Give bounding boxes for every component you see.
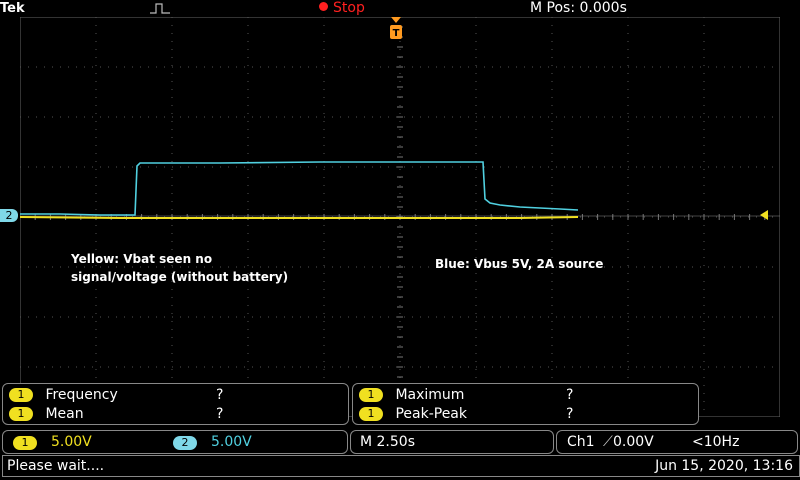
stop-indicator-icon (319, 2, 328, 11)
yellow-annotation: Yellow: Vbat seen no signal/voltage (wit… (71, 252, 289, 284)
measurement-label: Mean (45, 406, 84, 422)
status-line: Please wait.... Jun 15, 2020, 13:16 (2, 455, 800, 477)
trigger-source[interactable]: Ch1 (567, 433, 595, 451)
measurement-label: Maximum (395, 387, 465, 403)
ch1-badge: 1 (359, 388, 383, 402)
measurement-panel-right[interactable]: 1 Maximum ? 1 Peak-Peak ? (352, 383, 699, 425)
ch1-scale[interactable]: 5.00V (51, 433, 92, 451)
timebase-value[interactable]: M 2.50s (360, 433, 415, 451)
ch1-badge: 1 (9, 388, 33, 402)
measurement-frequency[interactable]: 1 Frequency (9, 386, 118, 404)
ch1-badge: 1 (359, 407, 383, 421)
ch2-badge: 2 (173, 436, 197, 450)
date-time: Jun 15, 2020, 13:16 (655, 458, 793, 474)
svg-text:T: T (393, 28, 400, 39)
status-message: Please wait.... (7, 458, 105, 474)
measurement-value: ? (566, 387, 574, 403)
trigger-settings-box[interactable]: Ch1 ⟋ 0.00V <10Hz (556, 430, 798, 454)
measurement-mean[interactable]: 1 Mean (9, 405, 84, 423)
measurement-label: Peak-Peak (395, 406, 467, 422)
ch1-scale-badge: 1 (13, 434, 37, 452)
ch2-scale[interactable]: 5.00V (211, 433, 252, 451)
measurement-value: ? (216, 406, 224, 422)
measurement-peak-peak[interactable]: 1 Peak-Peak (359, 405, 467, 423)
blue-annotation: Blue: Vbus 5V, 2A source (435, 257, 604, 271)
acquisition-status: Stop (333, 0, 365, 16)
measurement-value: ? (566, 406, 574, 422)
rising-edge-icon: ⟋ (603, 434, 613, 450)
ch1-badge: 1 (13, 436, 37, 450)
measurement-label: Frequency (45, 387, 118, 403)
channel-scale-bar[interactable]: 1 5.00V 2 5.00V (2, 430, 348, 454)
trigger-level[interactable]: 0.00V (613, 433, 654, 451)
brand-logo: Tek (0, 1, 25, 16)
ch2-ground-marker: 2 (0, 209, 18, 222)
ch2-scale-badge: 2 (173, 434, 197, 452)
ch1-badge: 1 (9, 407, 33, 421)
measurement-value: ? (216, 387, 224, 403)
graticule: T (20, 17, 780, 417)
measurement-panel-left[interactable]: 1 Frequency ? 1 Mean ? (2, 383, 349, 425)
trigger-edge-icon (150, 3, 170, 14)
ch1-waveform (20, 216, 579, 219)
trigger-frequency: <10Hz (692, 434, 740, 450)
measurement-maximum[interactable]: 1 Maximum (359, 386, 464, 404)
horizontal-position: M Pos: 0.000s (530, 0, 627, 16)
timebase-box[interactable]: M 2.50s (350, 430, 554, 454)
waveform-display: T (20, 17, 780, 417)
